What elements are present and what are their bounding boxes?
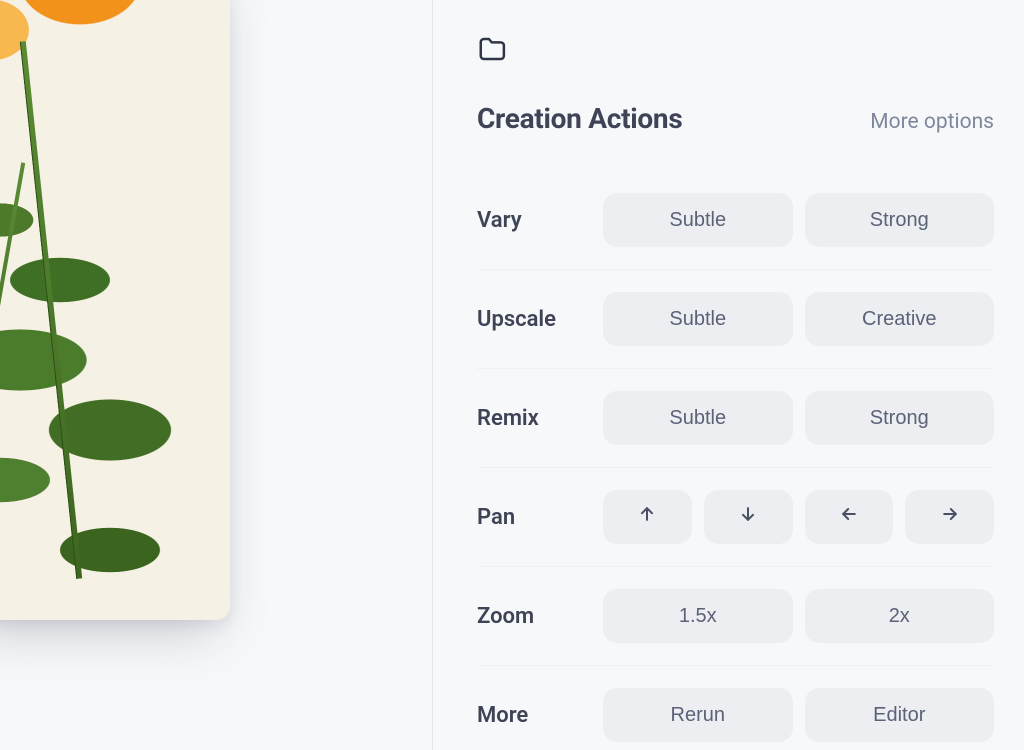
more-options-link[interactable]: More options <box>870 110 994 134</box>
folder-icon[interactable] <box>477 34 507 64</box>
preview-pane <box>0 0 432 750</box>
remix-strong-button[interactable]: Strong <box>805 391 995 445</box>
row-label-more: More <box>477 703 603 728</box>
row-more: More Rerun Editor <box>477 665 994 750</box>
pan-left-button[interactable] <box>805 490 894 544</box>
creation-actions-panel: Creation Actions More options Vary Subtl… <box>433 0 1024 750</box>
artwork-illustration <box>0 0 230 620</box>
arrow-left-icon <box>839 504 859 530</box>
row-vary: Vary Subtle Strong <box>477 171 994 269</box>
zoom-1-5x-button[interactable]: 1.5x <box>603 589 793 643</box>
upscale-creative-button[interactable]: Creative <box>805 292 995 346</box>
arrow-up-icon <box>637 504 657 530</box>
row-label-zoom: Zoom <box>477 604 603 629</box>
row-zoom: Zoom 1.5x 2x <box>477 566 994 665</box>
vary-strong-button[interactable]: Strong <box>805 193 995 247</box>
zoom-2x-button[interactable]: 2x <box>805 589 995 643</box>
remix-subtle-button[interactable]: Subtle <box>603 391 793 445</box>
row-upscale: Upscale Subtle Creative <box>477 269 994 368</box>
row-label-remix: Remix <box>477 406 603 431</box>
vary-subtle-button[interactable]: Subtle <box>603 193 793 247</box>
upscale-subtle-button[interactable]: Subtle <box>603 292 793 346</box>
row-label-vary: Vary <box>477 208 603 233</box>
row-label-upscale: Upscale <box>477 307 603 332</box>
pan-down-button[interactable] <box>704 490 793 544</box>
row-label-pan: Pan <box>477 505 603 530</box>
arrow-right-icon <box>940 504 960 530</box>
section-title: Creation Actions <box>477 102 682 135</box>
row-remix: Remix Subtle Strong <box>477 368 994 467</box>
row-pan: Pan <box>477 467 994 566</box>
pan-up-button[interactable] <box>603 490 692 544</box>
artwork-card <box>0 0 230 620</box>
pan-right-button[interactable] <box>905 490 994 544</box>
more-editor-button[interactable]: Editor <box>805 688 995 742</box>
more-rerun-button[interactable]: Rerun <box>603 688 793 742</box>
arrow-down-icon <box>738 504 758 530</box>
